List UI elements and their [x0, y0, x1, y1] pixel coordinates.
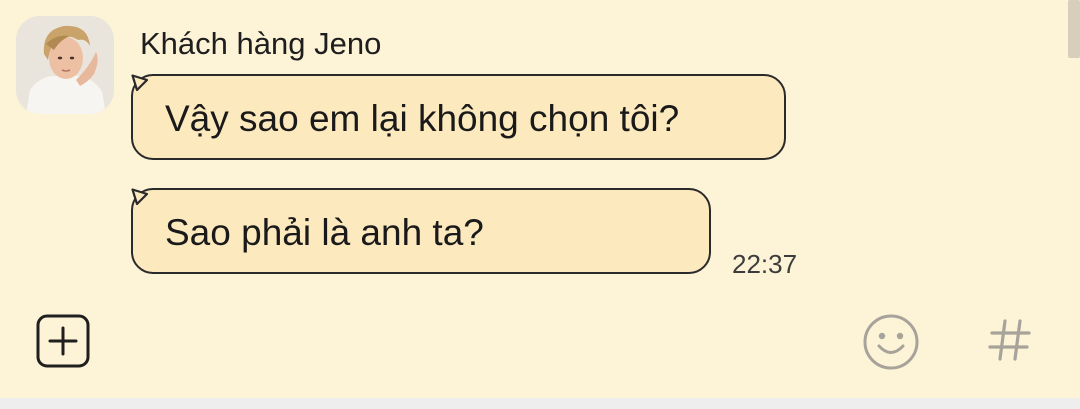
- bottom-strip: [0, 398, 1080, 409]
- chat-area: Khách hàng Jeno Vậy sao em lại không chọ…: [0, 0, 1080, 300]
- hashtag-button[interactable]: [985, 315, 1035, 365]
- smiley-icon: [863, 314, 919, 370]
- scrollbar[interactable]: [1068, 0, 1080, 58]
- sender-name: Khách hàng Jeno: [140, 26, 382, 61]
- message-text: Sao phải là anh ta?: [165, 212, 484, 253]
- avatar-photo: [16, 16, 114, 114]
- message-timestamp: 22:37: [732, 249, 798, 279]
- hashtag-icon: [988, 319, 1031, 361]
- avatar[interactable]: [16, 16, 114, 114]
- message-bubble[interactable]: Sao phải là anh ta?: [131, 188, 711, 274]
- bubble-tail: [131, 74, 149, 92]
- plus-square-icon: [36, 314, 90, 368]
- message-bubble[interactable]: Vậy sao em lại không chọn tôi?: [131, 74, 786, 160]
- bubble-tail: [131, 188, 149, 206]
- message-text: Vậy sao em lại không chọn tôi?: [165, 98, 680, 139]
- add-attachment-button[interactable]: [35, 313, 91, 369]
- emoji-button[interactable]: [862, 313, 920, 371]
